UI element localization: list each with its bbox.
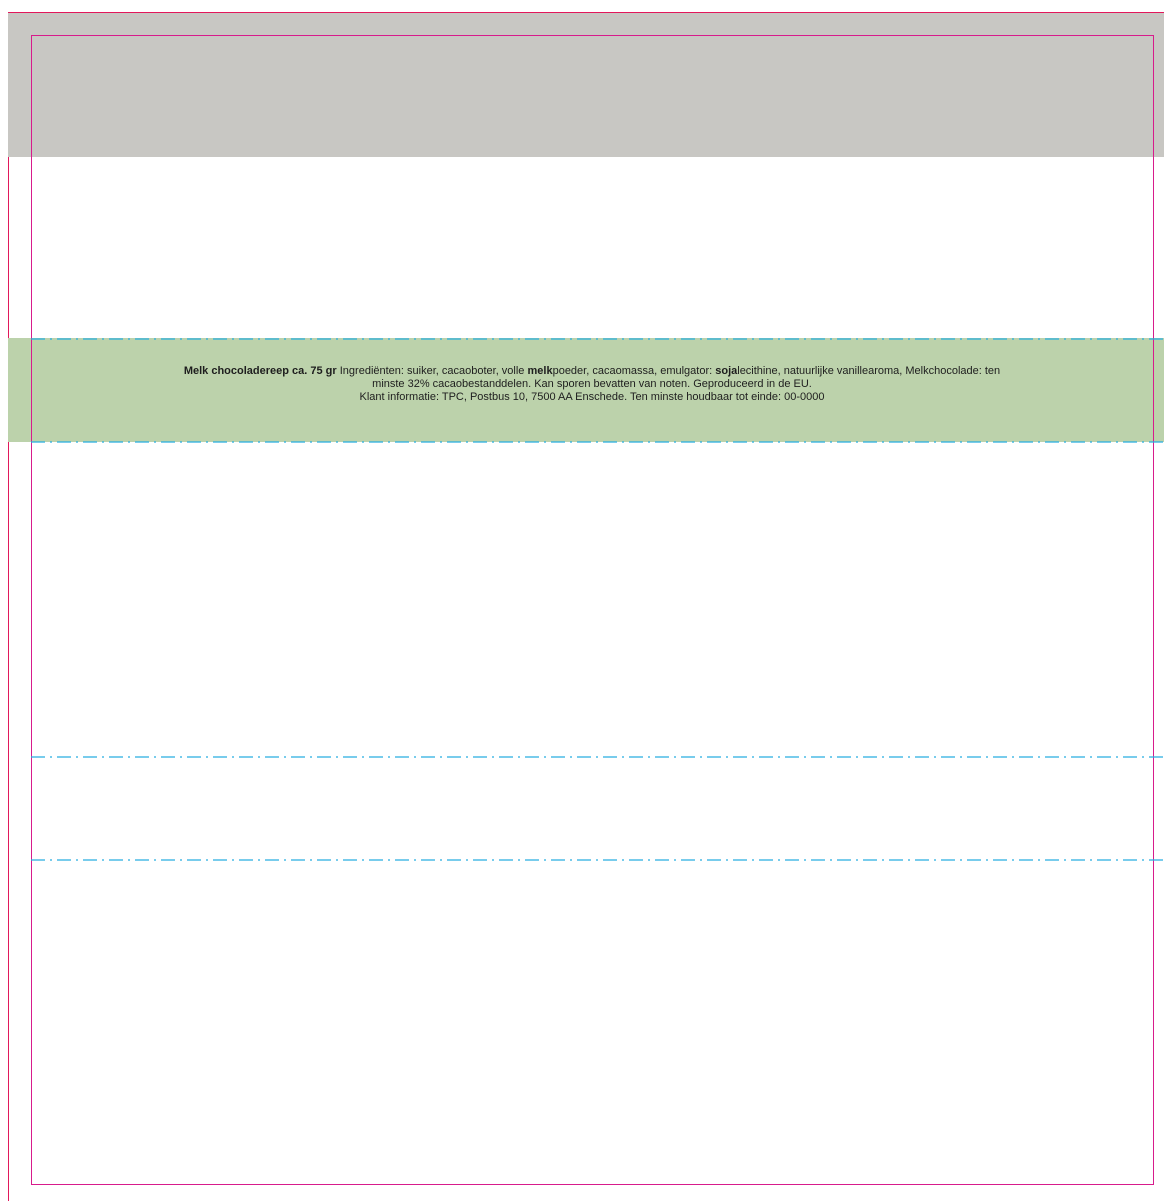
ingredient-label-text: Melk chocoladereep ca. 75 gr Ingrediënte… (170, 365, 1014, 404)
ingredients-prefix: Ingrediënten: suiker, cacaoboter, volle (339, 365, 525, 377)
ingredients-suffix: lecithine, natuurlijke vanillearoma, Mel… (737, 365, 1001, 377)
safe-area-frame (31, 35, 1154, 1185)
print-template-page: Melk chocoladereep ca. 75 gr Ingrediënte… (0, 0, 1164, 1201)
milk-allergen: melk (527, 365, 553, 377)
soy-allergen: soja (715, 365, 738, 377)
label-line-3: Klant informatie: TPC, Postbus 10, 7500 … (359, 391, 825, 403)
label-line-2: minste 32% cacaobestanddelen. Kan sporen… (372, 378, 812, 390)
label-line-1: Melk chocoladereep ca. 75 gr Ingrediënte… (170, 365, 1014, 378)
ingredients-mid: poeder, cacaomassa, emulgator: (552, 365, 713, 377)
product-name: Melk chocoladereep ca. 75 gr (183, 365, 337, 377)
